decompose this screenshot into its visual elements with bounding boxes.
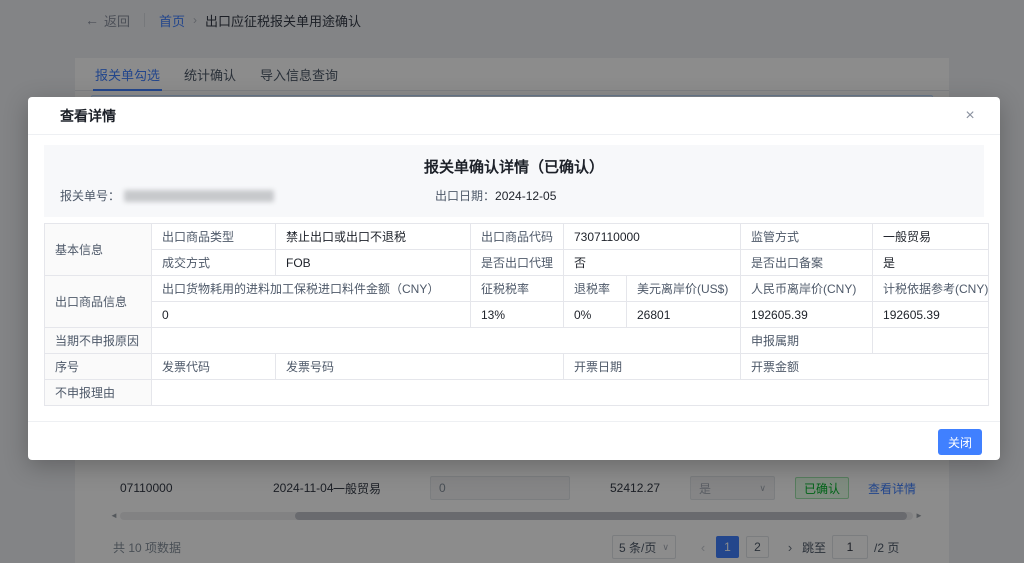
close-icon[interactable]: ×: [960, 106, 980, 126]
cell-value: 192605.39: [873, 302, 989, 328]
cell-value: 0%: [564, 302, 627, 328]
screen: ← 返回 首页 › 出口应征税报关单用途确认 报关单勾选 统计确认 导入信息查询…: [0, 0, 1024, 563]
export-date-value: 2024-12-05: [495, 189, 556, 203]
cell-label: 出口货物耗用的进料加工保税进口料件金额（CNY）: [152, 276, 471, 302]
cell-label: 发票号码: [276, 354, 564, 380]
table-row: 当期不申报原因 申报属期: [45, 328, 989, 354]
cell-value: 0: [152, 302, 471, 328]
cell-label: 是否出口备案: [741, 250, 873, 276]
cell-label: 序号: [45, 354, 152, 380]
cell-value: 一般贸易: [873, 224, 989, 250]
table-row: 成交方式 FOB 是否出口代理 否 是否出口备案 是: [45, 250, 989, 276]
detail-table: 基本信息 出口商品类型 禁止出口或出口不退税 出口商品代码 7307110000…: [44, 223, 989, 406]
view-detail-modal: 查看详情 × 报关单确认详情（已确认） 报关单号： 出口日期：2024-12-0…: [28, 97, 1000, 460]
cell-label: 当期不申报原因: [45, 328, 152, 354]
cell-label: 发票代码: [152, 354, 276, 380]
cell-value: 否: [564, 250, 741, 276]
cell-label: 美元离岸价(US$): [627, 276, 741, 302]
cell-value: 192605.39: [741, 302, 873, 328]
cell-label: 征税税率: [471, 276, 564, 302]
modal-header: 查看详情 ×: [28, 97, 1000, 135]
cell-value: 是: [873, 250, 989, 276]
group-basic-info-label: 基本信息: [45, 224, 152, 276]
cell-value: 26801: [627, 302, 741, 328]
export-date-group: 出口日期：2024-12-05: [435, 187, 556, 204]
export-date-label: 出口日期：: [435, 189, 495, 203]
cell-value: 7307110000: [564, 224, 741, 250]
close-button[interactable]: 关闭: [938, 429, 982, 455]
declaration-no-label: 报关单号：: [60, 187, 120, 204]
declaration-detail-title: 报关单确认详情（已确认）: [44, 156, 984, 177]
cell-label: 计税依据参考(CNY): [873, 276, 989, 302]
declaration-no-group: 报关单号：: [60, 187, 274, 204]
table-row: 0 13% 0% 26801 192605.39 192605.39: [45, 302, 989, 328]
cell-label: 成交方式: [152, 250, 276, 276]
cell-value: FOB: [276, 250, 471, 276]
table-row: 基本信息 出口商品类型 禁止出口或出口不退税 出口商品代码 7307110000…: [45, 224, 989, 250]
cell-label: 监管方式: [741, 224, 873, 250]
group-commodity-info-label: 出口商品信息: [45, 276, 152, 328]
cell-label: 出口商品代码: [471, 224, 564, 250]
cell-value: [152, 328, 741, 354]
modal-footer: 关闭: [28, 421, 1000, 460]
cell-label: 人民币离岸价(CNY): [741, 276, 873, 302]
cell-label: 不申报理由: [45, 380, 152, 406]
table-row: 出口商品信息 出口货物耗用的进料加工保税进口料件金额（CNY） 征税税率 退税率…: [45, 276, 989, 302]
declaration-summary: 报关单确认详情（已确认） 报关单号： 出口日期：2024-12-05: [44, 145, 984, 217]
cell-value: [873, 328, 989, 354]
cell-label: 是否出口代理: [471, 250, 564, 276]
modal-title: 查看详情: [60, 97, 116, 135]
cell-label: 出口商品类型: [152, 224, 276, 250]
table-row: 序号 发票代码 发票号码 开票日期 开票金额: [45, 354, 989, 380]
table-row: 不申报理由: [45, 380, 989, 406]
cell-value: 禁止出口或出口不退税: [276, 224, 471, 250]
cell-label: 退税率: [564, 276, 627, 302]
cell-label: 申报属期: [741, 328, 873, 354]
cell-value: [152, 380, 989, 406]
cell-label: 开票金额: [741, 354, 989, 380]
cell-label: 开票日期: [564, 354, 741, 380]
declaration-no-masked-value: [124, 190, 274, 202]
cell-value: 13%: [471, 302, 564, 328]
